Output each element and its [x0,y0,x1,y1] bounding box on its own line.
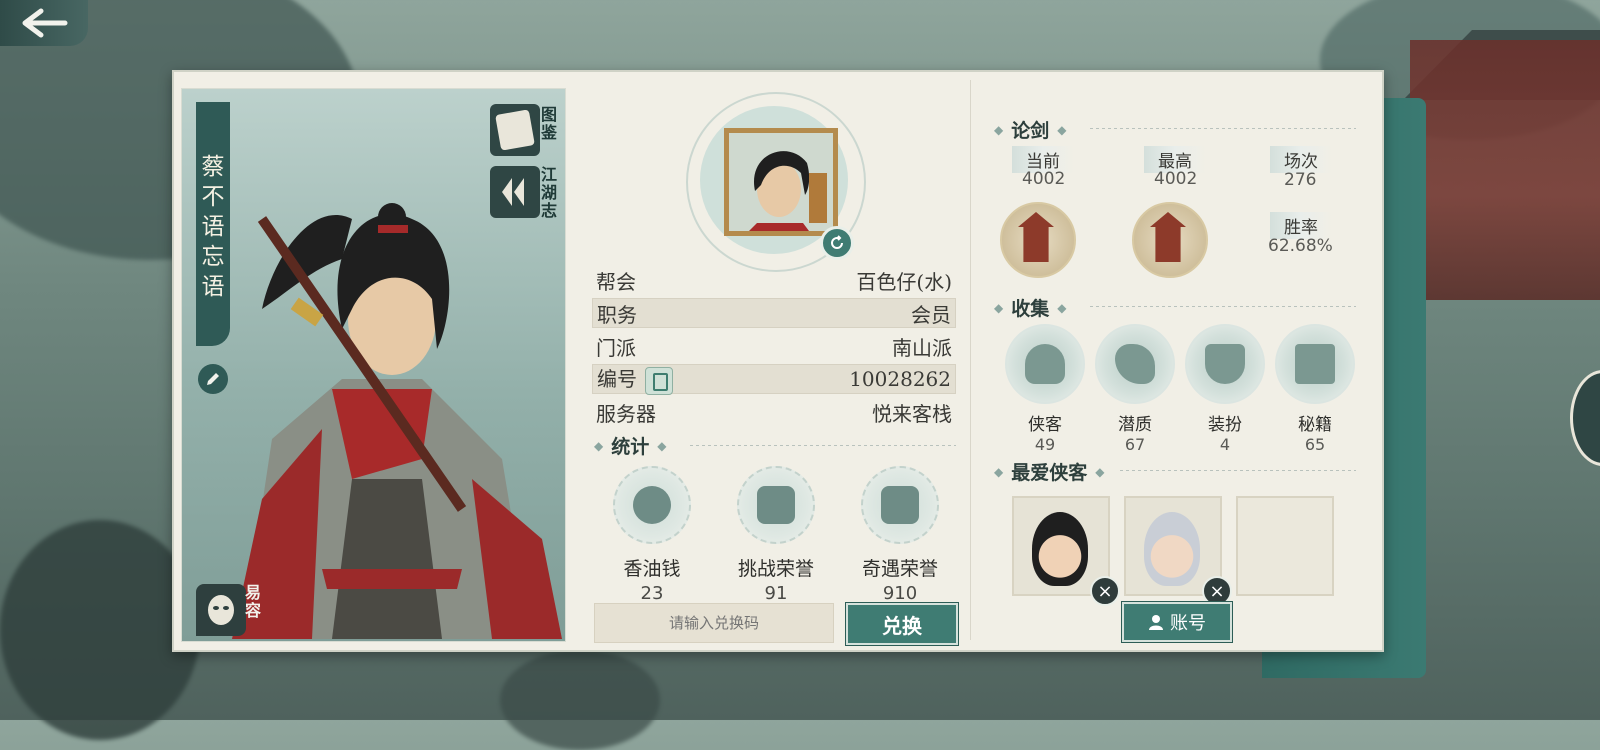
encounter-honor-icon [861,466,939,544]
character-illustration [232,203,562,639]
stat-value: 91 [764,583,788,604]
collection-label: 侠客 [1028,415,1062,435]
collection-heroes[interactable]: 侠客 49 [1000,324,1090,454]
manual-icon [1275,324,1355,404]
collection-potential[interactable]: 潜质 67 [1090,324,1180,454]
stat-label: 挑战荣誉 [737,558,814,580]
remove-favorite-button[interactable]: × [1090,576,1120,606]
redeem-code-input[interactable] [594,603,834,643]
side-menu-button[interactable] [1570,370,1600,466]
hero-portrait [1144,512,1200,586]
role-label: 职务 [597,302,637,327]
stat-label: 香油钱 [623,558,681,580]
disguise-button[interactable] [196,584,246,636]
favorite-hero-slot-empty[interactable] [1236,496,1334,596]
stat-encounter-honor[interactable]: 奇遇荣誉 910 [840,466,960,604]
back-arrow-icon [22,8,68,38]
collection-manuals[interactable]: 秘籍 65 [1270,324,1360,454]
arena-title: ◆ 论剑 ◆ [994,120,1067,142]
chronicle-label: 江湖志 [540,165,557,220]
back-button[interactable] [0,0,88,46]
hero-icon [1005,324,1085,404]
background-building [1410,40,1600,300]
stats-title: ◆ 统计 ◆ [594,436,667,458]
server-row: 服务器 悦来客栈 [592,397,956,427]
highest-rank-value: 4002 [1154,169,1198,189]
dragon-potential-icon [1095,324,1175,404]
atlas-button[interactable] [490,104,540,156]
favorites-divider [1120,470,1356,471]
name-char: 语 [201,214,225,240]
account-button[interactable]: 账号 [1122,602,1232,642]
arena-divider [1090,128,1356,129]
current-rank-value: 4002 [1022,169,1066,189]
id-value: 10028262 [849,367,951,391]
challenge-honor-icon [737,466,815,544]
character-name-banner: 蔡 不 语 忘 语 [196,102,230,346]
guild-value: 百色仔(水) [856,269,952,294]
user-icon [1149,615,1163,630]
highest-rank-badge[interactable] [1128,198,1208,278]
sect-row: 门派 南山派 [592,331,956,361]
stats-divider [690,445,956,446]
stat-challenge-honor[interactable]: 挑战荣誉 91 [716,466,836,604]
favorites-title: ◆ 最爱侠客 ◆ [994,462,1105,484]
collection-value: 67 [1124,435,1146,454]
collection-label: 秘籍 [1298,415,1332,435]
winrate-label: 胜率 [1270,212,1332,239]
stat-incense-money[interactable]: 香油钱 23 [592,466,712,604]
edit-name-button[interactable] [198,364,228,394]
chronicle-button[interactable] [490,166,540,218]
name-char: 忘 [201,244,225,270]
name-char: 蔡 [201,154,225,180]
matches-value: 276 [1284,170,1317,190]
atlas-label: 图鉴 [540,105,557,142]
cards-icon [495,109,535,151]
name-char: 语 [201,274,225,300]
winrate-value: 62.68% [1268,236,1333,256]
sect-value: 南山派 [892,335,952,360]
role-row: 职务 会员 [592,298,956,328]
matches-label: 场次 [1270,146,1332,173]
collection-label: 装扮 [1208,415,1242,435]
background-rock [0,520,200,740]
role-value: 会员 [911,302,951,327]
stat-value: 910 [882,583,918,604]
collection-value: 4 [1219,435,1231,454]
mask-icon [208,595,234,625]
disguise-label: 易容 [244,583,261,620]
current-rank-badge[interactable] [996,198,1076,278]
collection-outfits[interactable]: 装扮 4 [1180,324,1270,454]
stat-value: 23 [640,583,664,604]
collection-title: ◆ 收集 ◆ [994,298,1067,320]
background-rock [500,650,660,750]
copy-id-button[interactable] [645,366,673,395]
id-label: 编号 [597,367,637,392]
coins-icon [613,466,691,544]
pencil-icon [207,373,219,385]
outfit-icon [1185,324,1265,404]
avatar[interactable] [724,128,838,236]
avatar-portrait [729,133,833,231]
server-label: 服务器 [596,401,656,426]
collection-label: 潜质 [1118,415,1152,435]
guild-label: 帮会 [596,269,636,294]
refresh-icon [831,235,843,249]
collection-divider [1090,306,1356,307]
change-avatar-button[interactable] [820,226,854,260]
account-label: 账号 [1170,613,1206,634]
sect-label: 门派 [596,335,636,360]
name-char: 不 [201,184,225,210]
stat-label: 奇遇荣誉 [861,558,938,580]
column-divider [970,80,971,640]
collection-value: 65 [1304,435,1326,454]
chronicle-icon [502,178,524,206]
server-value: 悦来客栈 [872,401,952,426]
collection-value: 49 [1034,435,1056,454]
id-row: 编号 10028262 [592,364,956,395]
guild-row: 帮会 百色仔(水) [592,265,956,295]
redeem-button[interactable]: 兑换 [846,603,958,645]
hero-portrait [1032,512,1088,586]
